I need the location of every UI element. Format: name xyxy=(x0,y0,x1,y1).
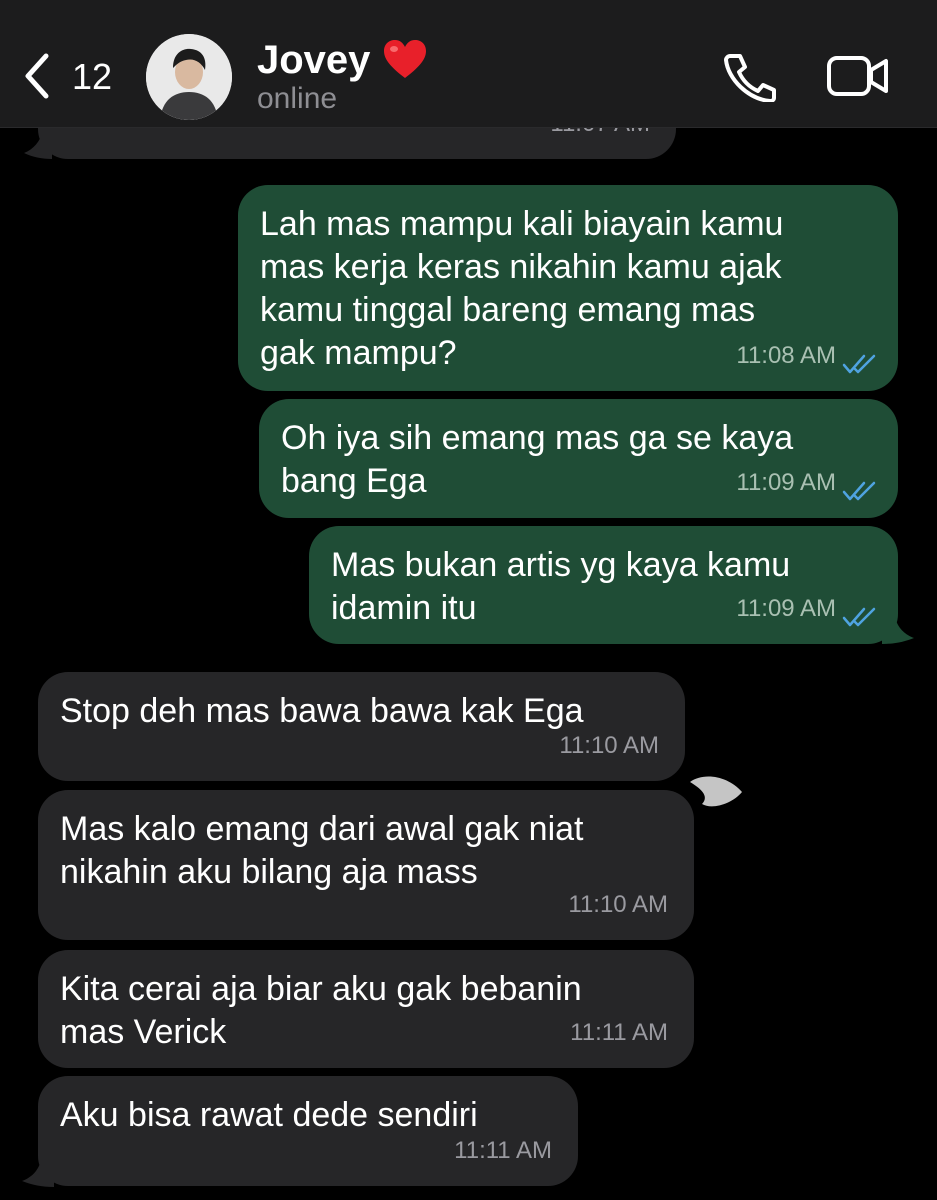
screen-smudge xyxy=(690,776,742,807)
message-time: 11:09 AM xyxy=(736,595,836,622)
message-bubble-outgoing[interactable]: Oh iya sih emang mas ga se kaya bang Ega… xyxy=(259,399,898,518)
message-bubble-outgoing[interactable]: Mas bukan artis yg kaya kamu idamin itu … xyxy=(309,526,898,644)
message-time: 11:10 AM xyxy=(559,732,659,759)
message-time: 11:10 AM xyxy=(568,891,668,918)
message-bubble-incoming[interactable]: Kita cerai aja biar aku gak bebanin mas … xyxy=(38,950,694,1068)
contact-name[interactable]: Jovey xyxy=(257,38,370,83)
bubble-tail xyxy=(882,617,914,644)
message-bubble-outgoing[interactable]: Lah mas mampu kali biayain kamu mas kerj… xyxy=(238,185,898,391)
bubble-tail xyxy=(24,133,52,159)
message-text: Oh iya sih emang mas ga se kaya bang Ega xyxy=(281,419,794,500)
message-bubble-incoming[interactable]: Mas kalo emang dari awal gak niat nikahi… xyxy=(38,790,694,940)
message-text: Lah mas mampu kali biayain kamu mas kerj… xyxy=(260,205,784,372)
online-status: online xyxy=(257,82,338,115)
message-text: Stop deh mas bawa bawa kak Ega xyxy=(60,692,584,730)
avatar[interactable] xyxy=(146,34,232,120)
message-bubble-incoming[interactable]: Stop deh mas bawa bawa kak Ega 11:10 AM xyxy=(38,672,685,781)
double-check-icon xyxy=(842,481,876,501)
video-camera-icon[interactable] xyxy=(826,54,890,98)
chat-header: 12 Jovey online xyxy=(0,0,937,128)
message-text: Aku bisa rawat dede sendiri xyxy=(60,1096,478,1134)
bubble-tail xyxy=(22,1160,54,1187)
message-text: Mas bukan artis yg kaya kamu idamin itu xyxy=(331,546,791,627)
message-time: 11:11 AM xyxy=(570,1019,668,1046)
double-check-icon xyxy=(842,354,876,374)
back-chevron-icon[interactable] xyxy=(22,52,52,100)
message-time: 11:08 AM xyxy=(736,342,836,369)
message-bubble-incoming[interactable]: Aku bisa rawat dede sendiri 11:11 AM xyxy=(38,1076,578,1186)
message-time: 11:09 AM xyxy=(736,469,836,496)
phone-icon[interactable] xyxy=(722,52,776,102)
message-text: Kita cerai aja biar aku gak bebanin mas … xyxy=(60,970,582,1051)
heart-icon xyxy=(384,40,426,78)
double-check-icon xyxy=(842,607,876,627)
message-time: 11:11 AM xyxy=(454,1137,552,1164)
unread-count[interactable]: 12 xyxy=(72,56,112,98)
message-text: Mas kalo emang dari awal gak niat nikahi… xyxy=(60,810,584,891)
